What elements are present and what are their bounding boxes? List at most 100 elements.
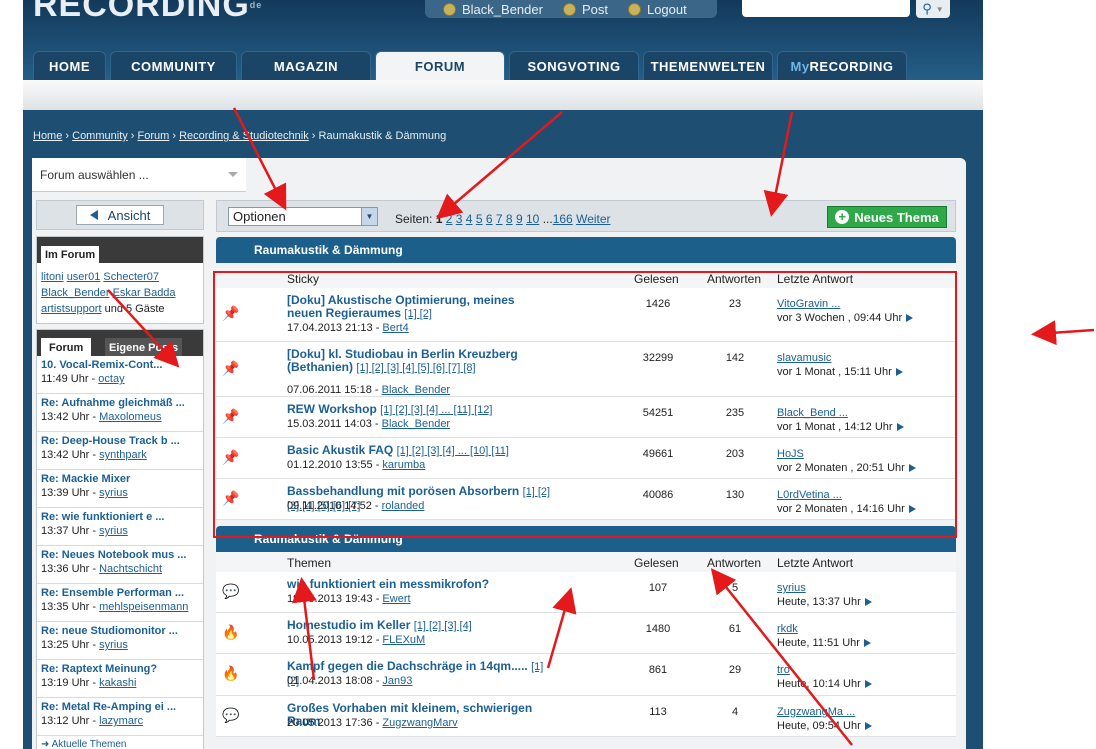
- thread-title[interactable]: wie funktioniert ein messmikrofon?: [287, 578, 552, 592]
- thread-author[interactable]: karumba: [382, 459, 425, 471]
- tab-community[interactable]: COMMUNITY: [110, 51, 237, 80]
- recent-post-title[interactable]: Re: Ensemble Performan ...: [41, 587, 199, 599]
- recent-post-user[interactable]: syrius: [99, 525, 128, 537]
- page-link[interactable]: 9: [516, 212, 523, 226]
- page-link[interactable]: 2: [446, 212, 453, 226]
- breadcrumb-home[interactable]: Home: [33, 130, 62, 142]
- tab-home[interactable]: HOME: [33, 51, 106, 80]
- recent-post-item[interactable]: Re: wie funktioniert e ... 13:37 Uhr - sy…: [37, 508, 203, 546]
- online-user[interactable]: litoni: [41, 271, 64, 283]
- thread-author[interactable]: Bert4: [382, 322, 408, 334]
- last-reply-user[interactable]: slavamusic: [777, 352, 831, 364]
- recent-post-item[interactable]: Re: Mackie Mixer 13:39 Uhr - syrius: [37, 470, 203, 508]
- page-link[interactable]: 3: [456, 212, 463, 226]
- tab-magazin[interactable]: MAGAZIN: [241, 51, 371, 80]
- tab-forum-posts[interactable]: Forum: [41, 338, 92, 356]
- page-link[interactable]: 10: [526, 212, 539, 226]
- go-to-post-icon[interactable]: [906, 314, 914, 323]
- recent-post-item[interactable]: 10. Vocal-Remix-Cont... 11:49 Uhr - octay: [37, 356, 203, 394]
- options-select[interactable]: Optionen ▼: [228, 207, 378, 226]
- recent-post-user[interactable]: mehlspeisenmann: [99, 601, 188, 613]
- logout-link[interactable]: Logout: [627, 2, 687, 17]
- last-reply-user[interactable]: HoJS: [777, 448, 804, 460]
- recent-post-title[interactable]: Re: Neues Notebook mus ...: [41, 549, 199, 561]
- post-link[interactable]: Post: [562, 2, 608, 17]
- forum-select[interactable]: Forum auswählen ...: [32, 158, 246, 192]
- recent-post-item[interactable]: Re: Raptext Meinung? 13:19 Uhr - kakashi: [37, 660, 203, 698]
- user-link[interactable]: Black_Bender: [443, 2, 543, 17]
- page-link[interactable]: 5: [476, 212, 483, 226]
- recent-post-title[interactable]: Re: Deep-House Track b ...: [41, 435, 199, 447]
- go-to-post-icon[interactable]: [864, 598, 872, 607]
- go-to-post-icon[interactable]: [863, 639, 871, 648]
- thread-pages[interactable]: [1] [2] [3] [4] ... [11] [12]: [380, 404, 492, 416]
- go-to-post-icon[interactable]: [908, 464, 916, 473]
- recent-post-title[interactable]: Re: Metal Re-Amping ei ...: [41, 701, 199, 713]
- page-link[interactable]: 6: [486, 212, 493, 226]
- recent-post-item[interactable]: Re: Ensemble Performan ... 13:35 Uhr - me…: [37, 584, 203, 622]
- last-reply-user[interactable]: syrius: [777, 582, 806, 594]
- go-to-post-icon[interactable]: [896, 423, 904, 432]
- recent-post-user[interactable]: syrius: [99, 639, 128, 651]
- last-reply-user[interactable]: tro: [777, 664, 790, 676]
- more-topics-link[interactable]: ➜ Aktuelle Themen: [37, 736, 203, 749]
- recent-post-item[interactable]: Re: Deep-House Track b ... 13:42 Uhr - sy…: [37, 432, 203, 470]
- thread-pages[interactable]: [1] [2] [3] [4]: [414, 620, 472, 632]
- go-to-post-icon[interactable]: [864, 680, 872, 689]
- recent-post-user[interactable]: lazymarc: [99, 715, 143, 727]
- page-link[interactable]: 8: [506, 212, 513, 226]
- thread-pages[interactable]: [1] [2]: [404, 308, 432, 320]
- breadcrumb-community[interactable]: Community: [72, 130, 128, 142]
- recent-post-user[interactable]: kakashi: [99, 677, 136, 689]
- recent-post-user[interactable]: syrius: [99, 487, 128, 499]
- tab-songvoting[interactable]: SONGVOTING: [509, 51, 639, 80]
- online-user[interactable]: Black_Bender: [41, 287, 110, 299]
- new-thread-button[interactable]: + Neues Thema: [827, 206, 947, 228]
- last-reply-user[interactable]: VitoGravin ...: [777, 298, 840, 310]
- recent-post-user[interactable]: Nachtschicht: [99, 563, 162, 575]
- recent-post-title[interactable]: 10. Vocal-Remix-Cont...: [41, 359, 199, 371]
- online-user[interactable]: Schecter07: [103, 271, 159, 283]
- tab-myrecording[interactable]: My RECORDING: [777, 51, 907, 80]
- recent-post-user[interactable]: synthpark: [99, 449, 147, 461]
- tab-forum[interactable]: FORUM: [375, 51, 505, 80]
- thread-author[interactable]: ZugzwangMarv: [382, 717, 457, 729]
- recent-post-title[interactable]: Re: Aufnahme gleichmäß ...: [41, 397, 199, 409]
- recent-post-item[interactable]: Re: neue Studiomonitor ... 13:25 Uhr - sy…: [37, 622, 203, 660]
- thread-title[interactable]: Basic Akustik FAQ [1] [2] [3] [4] ... [1…: [287, 444, 552, 458]
- thread-title[interactable]: [Doku] Akustische Optimierung, meines ne…: [287, 294, 552, 321]
- page-next[interactable]: Weiter: [576, 212, 610, 226]
- recent-post-title[interactable]: Re: Mackie Mixer: [41, 473, 199, 485]
- thread-author[interactable]: FLEXuM: [382, 634, 425, 646]
- thread-title[interactable]: [Doku] kl. Studiobau in Berlin Kreuzberg…: [287, 348, 552, 375]
- thread-title[interactable]: Homestudio im Keller [1] [2] [3] [4]: [287, 619, 552, 633]
- page-last[interactable]: 166: [553, 212, 573, 226]
- breadcrumb-forum[interactable]: Forum: [138, 130, 170, 142]
- recent-post-user[interactable]: octay: [98, 373, 124, 385]
- last-reply-user[interactable]: rkdk: [777, 623, 798, 635]
- thread-author[interactable]: Black_Bender: [382, 418, 451, 430]
- breadcrumb-recording[interactable]: Recording & Studiotechnik: [179, 130, 309, 142]
- online-user[interactable]: Eskar Badda: [113, 287, 176, 299]
- thread-author[interactable]: rolanded: [382, 500, 425, 512]
- thread-author[interactable]: Black_Bender: [382, 384, 451, 396]
- recent-post-title[interactable]: Re: Raptext Meinung?: [41, 663, 199, 675]
- thread-author[interactable]: Jan93: [382, 675, 412, 687]
- tab-own-posts[interactable]: Eigene Posts: [105, 338, 183, 356]
- thread-pages[interactable]: [1] [2] [3] [4] [5] [6] [7] [8]: [356, 362, 475, 374]
- page-link[interactable]: 7: [496, 212, 503, 226]
- go-to-post-icon[interactable]: [908, 505, 916, 514]
- thread-author[interactable]: Ewert: [382, 593, 410, 605]
- last-reply-user[interactable]: ZugzwangMa ...: [777, 706, 855, 718]
- online-user[interactable]: user01: [67, 271, 101, 283]
- ansicht-button[interactable]: Ansicht: [76, 205, 164, 225]
- online-user[interactable]: artistsupport: [41, 303, 102, 315]
- tab-themenwelten[interactable]: THEMENWELTEN: [643, 51, 773, 80]
- thread-pages[interactable]: [1] [2] [3] [4] ... [10] [11]: [397, 445, 509, 457]
- recent-post-item[interactable]: Re: Neues Notebook mus ... 13:36 Uhr - Na…: [37, 546, 203, 584]
- recent-post-item[interactable]: Re: Metal Re-Amping ei ... 13:12 Uhr - la…: [37, 698, 203, 736]
- go-to-post-icon[interactable]: [864, 722, 872, 731]
- recent-post-user[interactable]: Maxolomeus: [99, 411, 161, 423]
- page-link[interactable]: 4: [466, 212, 473, 226]
- recent-post-title[interactable]: Re: neue Studiomonitor ...: [41, 625, 199, 637]
